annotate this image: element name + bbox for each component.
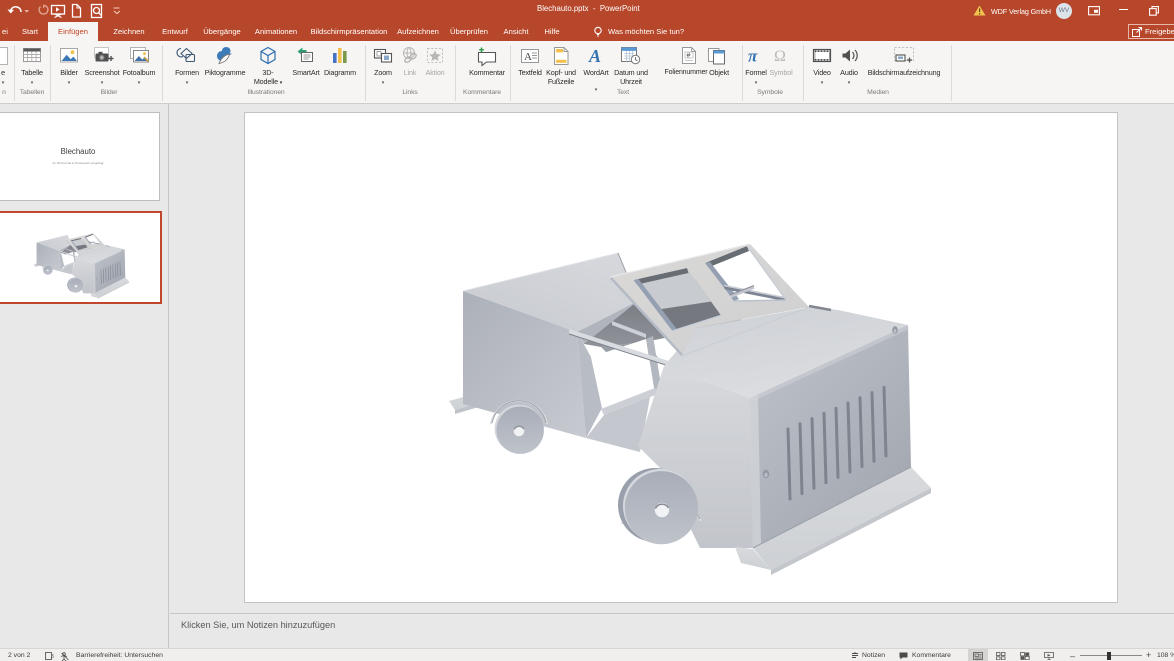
- svg-text:#: #: [687, 53, 691, 60]
- svg-text:A: A: [588, 46, 601, 66]
- svg-text:3: 3: [51, 654, 54, 660]
- svg-text:π: π: [748, 47, 758, 66]
- svg-text:A: A: [524, 51, 532, 63]
- svg-text:Ω: Ω: [774, 48, 786, 65]
